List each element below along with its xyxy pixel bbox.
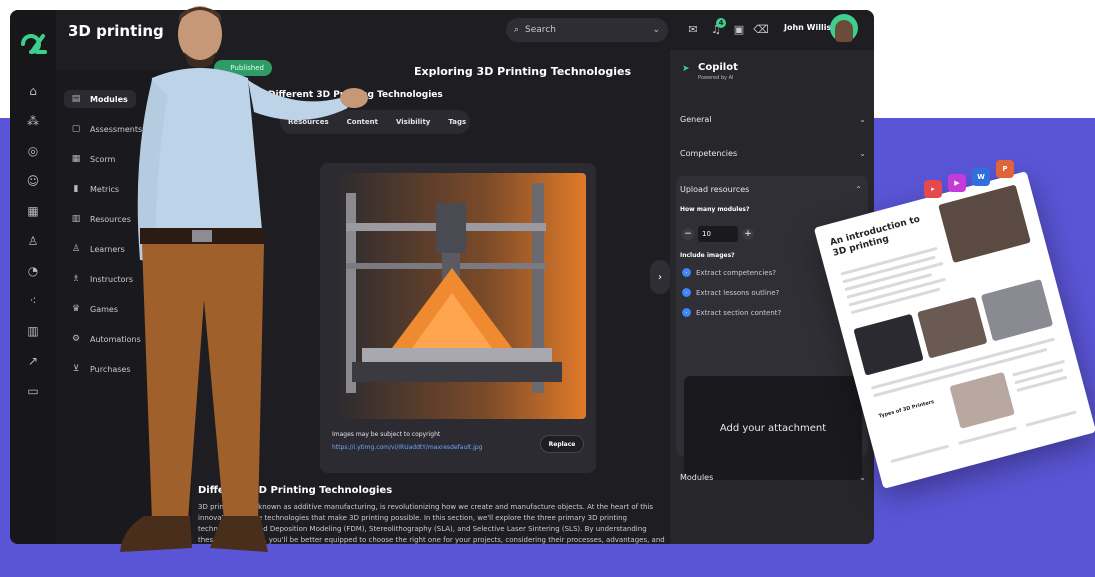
brand-logo-icon[interactable] — [17, 30, 49, 58]
option-extract-lessons[interactable]: Extract lessons outline? — [682, 288, 779, 297]
calendar-icon[interactable]: ▣ — [732, 22, 746, 36]
users-icon[interactable]: ☺ — [24, 172, 42, 190]
send-icon: ➤ — [682, 64, 690, 74]
option-label: Extract competencies? — [696, 268, 776, 277]
assessments-icon: ▢ — [71, 124, 81, 134]
page-title: Exploring 3D Printing Technologies — [414, 65, 632, 78]
learner-icon: ♙ — [71, 244, 81, 254]
collapse-panel-button[interactable]: › — [650, 260, 670, 294]
avatar[interactable] — [830, 14, 858, 42]
accordion-label: Modules — [680, 472, 714, 482]
video-file-icon: ▶ — [948, 174, 966, 192]
trend-icon[interactable]: ↗ — [24, 352, 42, 370]
accordion-competencies[interactable]: Competencies ⌄ — [680, 140, 866, 166]
pdf-file-icon: ▸ — [924, 180, 942, 198]
document-image — [853, 313, 924, 376]
accordion-modules[interactable]: Modules ⌄ — [680, 464, 866, 490]
search-placeholder: Search — [525, 25, 556, 35]
accordion-label: Competencies — [680, 148, 738, 158]
option-label: Extract section content? — [696, 308, 782, 317]
document-image — [917, 296, 988, 359]
modules-count-input[interactable]: 10 — [698, 226, 738, 242]
user-icon[interactable]: ♙ — [24, 232, 42, 250]
document-subheading: Types of 3D Printers — [878, 398, 935, 420]
minus-icon[interactable]: − — [682, 228, 694, 240]
accordion-label: General — [680, 114, 712, 124]
radio-icon — [682, 308, 691, 317]
modules-question: How many modules? — [680, 206, 750, 213]
hierarchy-icon[interactable]: ⁖ — [24, 292, 42, 310]
grid-icon[interactable]: ▦ — [24, 202, 42, 220]
chevron-down-icon[interactable]: ⌄ — [652, 25, 660, 35]
mail-icon[interactable]: ✉ — [686, 22, 700, 36]
option-extract-section-content[interactable]: Extract section content? — [682, 308, 781, 317]
library-icon: ▥ — [71, 214, 81, 224]
images-question: Include images? — [680, 252, 735, 259]
instructor-icon: ♗ — [71, 274, 81, 284]
search-input[interactable]: ⌕ Search ⌄ — [506, 18, 668, 42]
plus-icon[interactable]: + — [742, 228, 754, 240]
target-icon[interactable]: ◎ — [24, 142, 42, 160]
cart-icon: ⊻ — [72, 364, 80, 374]
accordion-label: Upload resources — [680, 184, 750, 194]
chevron-right-icon: › — [658, 271, 662, 283]
home-icon[interactable]: ⌂ — [24, 82, 42, 100]
word-file-icon: W — [972, 168, 990, 186]
text-line — [958, 426, 1017, 445]
copilot-title: Copilot — [698, 62, 738, 73]
search-icon: ⌕ — [514, 25, 520, 35]
tab-visibility[interactable]: Visibility — [396, 118, 430, 126]
network-icon[interactable]: ⁂ — [24, 112, 42, 130]
modules-icon: ▤ — [71, 94, 81, 104]
table-icon: ▦ — [71, 154, 81, 164]
chevron-up-icon: ⌃ — [855, 184, 862, 194]
chevron-down-icon: ⌄ — [859, 472, 866, 482]
building-icon[interactable]: ▥ — [24, 322, 42, 340]
notification-badge: 4 — [716, 18, 726, 28]
chevron-down-icon: ⌄ — [859, 114, 866, 124]
document-image — [938, 184, 1031, 264]
option-extract-competencies[interactable]: Extract competencies? — [682, 268, 776, 277]
powerpoint-file-icon: P — [996, 160, 1014, 178]
metrics-icon: ▮ — [73, 184, 79, 194]
automation-icon: ⚙ — [71, 334, 81, 344]
presenter-photo — [120, 6, 368, 552]
copilot-subtitle: Powered by AI — [698, 75, 734, 81]
radio-icon — [682, 268, 691, 277]
text-line — [890, 444, 950, 464]
accordion-general[interactable]: General ⌄ — [680, 106, 866, 132]
trophy-icon: ♛ — [71, 304, 81, 314]
radio-icon — [682, 288, 691, 297]
chevron-down-icon: ⌄ — [859, 148, 866, 158]
replace-button[interactable]: Replace — [540, 435, 584, 453]
pie-chart-icon[interactable]: ◔ — [24, 262, 42, 280]
document-image — [980, 279, 1054, 342]
option-label: Extract lessons outline? — [696, 288, 780, 297]
tab-tags[interactable]: Tags — [448, 118, 466, 126]
document-image — [949, 371, 1015, 429]
trash-icon[interactable]: ⌫ — [753, 22, 769, 36]
id-card-icon[interactable]: ▭ — [24, 382, 42, 400]
user-name[interactable]: John Willis — [784, 23, 831, 32]
text-line — [1025, 410, 1077, 427]
icon-rail: ⌂ ⁂ ◎ ☺ ▦ ♙ ◔ ⁖ ▥ ↗ ▭ — [10, 10, 56, 544]
quantity-stepper: − 10 + — [682, 226, 754, 242]
